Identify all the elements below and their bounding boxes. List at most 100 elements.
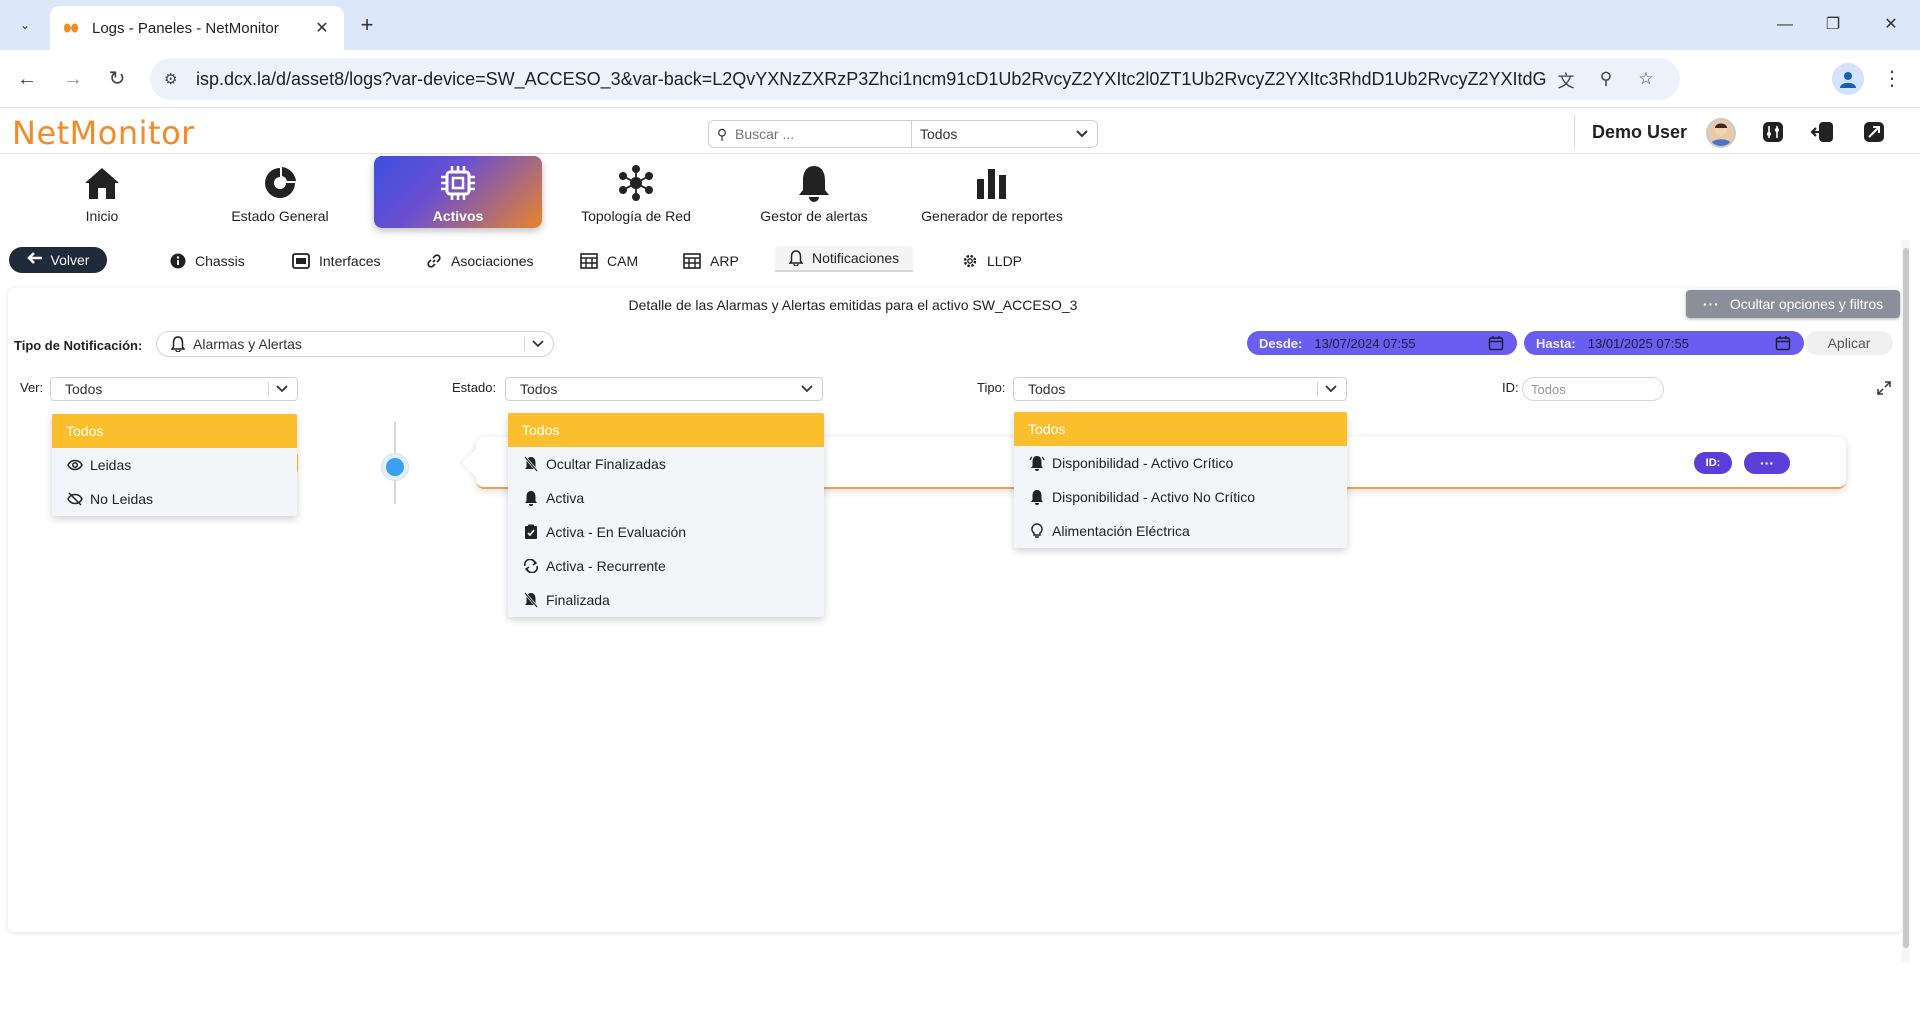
notification-type-select[interactable]: Alarmas y Alertas	[156, 331, 554, 357]
estado-option-recurrente[interactable]: Activa - Recurrente	[508, 549, 824, 583]
estado-option-en-evaluacion[interactable]: Activa - En Evaluación	[508, 515, 824, 549]
gear-icon	[962, 253, 978, 269]
ver-select[interactable]: Todos	[50, 377, 298, 401]
tab-asociaciones[interactable]: Asociaciones	[426, 248, 534, 274]
select-separator	[268, 382, 269, 396]
bell-off-icon	[522, 456, 540, 472]
tipo-option-activo-no-critico[interactable]: Disponibilidad - Activo No Crítico	[1014, 480, 1347, 514]
panel-title: Detalle de las Alarmas y Alertas emitida…	[628, 297, 1078, 313]
from-date-value[interactable]: 13/07/2024 07:55	[1314, 335, 1487, 351]
tipo-option-activo-critico[interactable]: Disponibilidad - Activo Crítico	[1014, 446, 1347, 480]
ver-option-leidas[interactable]: Leidas	[52, 448, 297, 482]
estado-option-activa[interactable]: Activa	[508, 481, 824, 515]
calendar-icon[interactable]	[1487, 335, 1505, 351]
to-date-value[interactable]: 13/01/2025 07:55	[1587, 335, 1774, 351]
nav-item-inicio[interactable]: Inicio	[18, 156, 186, 228]
nav-item-topologia[interactable]: Topología de Red	[552, 156, 720, 228]
bell-icon	[789, 250, 803, 266]
lightbulb-icon	[1028, 523, 1046, 539]
tab-label: LLDP	[987, 253, 1023, 269]
nav-item-gestor-alertas[interactable]: Gestor de alertas	[730, 156, 898, 228]
tab-lldp[interactable]: LLDP	[962, 248, 1022, 274]
estado-option-todos[interactable]: Todos	[508, 413, 824, 447]
minimize-icon[interactable]: —	[1760, 10, 1810, 40]
tab-interfaces[interactable]: Interfaces	[292, 248, 380, 274]
calendar-icon[interactable]	[1774, 335, 1792, 351]
donut-chart-icon	[262, 164, 298, 202]
to-date-field[interactable]: Hasta: 13/01/2025 07:55	[1524, 331, 1804, 355]
back-arrow-icon[interactable]: ←	[12, 64, 42, 94]
restore-icon[interactable]: ❐	[1808, 10, 1858, 40]
settings-sliders-icon[interactable]	[1761, 120, 1785, 144]
omnibox[interactable]: ⚙ isp.dcx.la/d/asset8/logs?var-device=SW…	[150, 58, 1680, 100]
chevron-down-icon	[532, 340, 544, 348]
expand-icon[interactable]	[1876, 380, 1892, 396]
ver-value: Todos	[65, 381, 103, 397]
tab-cam[interactable]: CAM	[580, 248, 638, 274]
tab-notificaciones[interactable]: Notificaciones	[775, 246, 914, 272]
avatar[interactable]	[1706, 118, 1736, 148]
nav-item-reportes[interactable]: Generador de reportes	[908, 156, 1076, 228]
notification-type-label: Tipo de Notificación:	[14, 338, 143, 353]
nav-item-activos[interactable]: Activos	[374, 156, 542, 228]
translate-icon[interactable]: 文	[1546, 67, 1586, 92]
tipo-select[interactable]: Todos	[1013, 377, 1347, 401]
estado-value: Todos	[520, 381, 558, 397]
tab-chassis[interactable]: Chassis	[170, 248, 245, 274]
more-options-pill[interactable]: ···	[1744, 452, 1790, 474]
zoom-icon[interactable]: ⚲	[1586, 69, 1626, 89]
back-label: Volver	[50, 252, 90, 268]
forward-arrow-icon[interactable]: →	[58, 64, 88, 94]
ver-dropdown-menu: Todos Leidas No Leidas	[52, 414, 297, 516]
eye-icon	[66, 459, 84, 471]
url-text[interactable]: isp.dcx.la/d/asset8/logs?var-device=SW_A…	[196, 69, 1546, 90]
page-scrollbar[interactable]	[1902, 240, 1910, 962]
option-label: Activa - En Evaluación	[546, 524, 687, 540]
estado-option-finalizada[interactable]: Finalizada	[508, 583, 824, 617]
logo[interactable]: NetMonitor	[12, 114, 195, 152]
fullscreen-icon[interactable]	[1862, 120, 1886, 144]
option-label: Alimentación Eléctrica	[1052, 523, 1190, 539]
back-button[interactable]: Volver	[9, 247, 107, 273]
reload-icon[interactable]: ↻	[102, 64, 132, 94]
option-label: Todos	[1028, 421, 1066, 437]
from-date-field[interactable]: Desde: 13/07/2024 07:55	[1247, 331, 1517, 355]
id-pill[interactable]: ID:	[1694, 452, 1732, 474]
global-search: ⚲ Todos	[708, 120, 1098, 148]
id-filter-input[interactable]: Todos	[1522, 377, 1664, 401]
tipo-option-todos[interactable]: Todos	[1014, 412, 1347, 446]
estado-option-ocultar-finalizadas[interactable]: Ocultar Finalizadas	[508, 447, 824, 481]
window-close-icon[interactable]: ✕	[1866, 10, 1916, 40]
option-label: Ocultar Finalizadas	[546, 456, 666, 472]
tab-label: CAM	[607, 253, 639, 269]
logout-icon[interactable]	[1810, 120, 1834, 144]
ver-option-todos[interactable]: Todos	[52, 414, 297, 448]
browser-tab[interactable]: Logs - Paneles - NetMonitor ✕	[50, 6, 344, 50]
chevron-down-icon	[1076, 130, 1088, 138]
nav-item-estado-general[interactable]: Estado General	[196, 156, 364, 228]
tipo-value: Todos	[1028, 381, 1066, 397]
profile-icon[interactable]	[1832, 63, 1864, 95]
info-icon	[170, 253, 186, 269]
new-tab-icon[interactable]: +	[354, 12, 380, 38]
tipo-option-alimentacion[interactable]: Alimentación Eléctrica	[1014, 514, 1347, 548]
search-input[interactable]	[735, 126, 911, 142]
estado-select[interactable]: Todos	[505, 377, 823, 401]
bell-ring-icon	[1028, 455, 1046, 471]
tab-title: Logs - Paneles - NetMonitor	[92, 19, 279, 37]
timeline-dot[interactable]	[382, 454, 408, 480]
ver-option-no-leidas[interactable]: No Leidas	[52, 482, 297, 516]
bookmark-star-icon[interactable]: ☆	[1626, 69, 1666, 89]
tab-close-icon[interactable]: ✕	[312, 18, 332, 38]
tab-search-chevron-icon[interactable]: ⌄	[12, 12, 38, 38]
estado-label: Estado:	[452, 380, 497, 395]
apply-button[interactable]: Aplicar	[1805, 331, 1893, 355]
browser-menu-icon[interactable]: ⋮	[1882, 64, 1902, 94]
arrow-left-icon	[26, 251, 43, 269]
scrollbar-thumb[interactable]	[1903, 248, 1909, 948]
search-scope-select[interactable]: Todos	[911, 121, 1097, 147]
hide-options-button[interactable]: ··· Ocultar opciones y filtros	[1686, 290, 1900, 318]
browser-toolbar: ← → ↻ ⚙ isp.dcx.la/d/asset8/logs?var-dev…	[0, 50, 1920, 108]
tab-arp[interactable]: ARP	[683, 248, 739, 274]
site-settings-icon[interactable]: ⚙	[164, 70, 184, 88]
